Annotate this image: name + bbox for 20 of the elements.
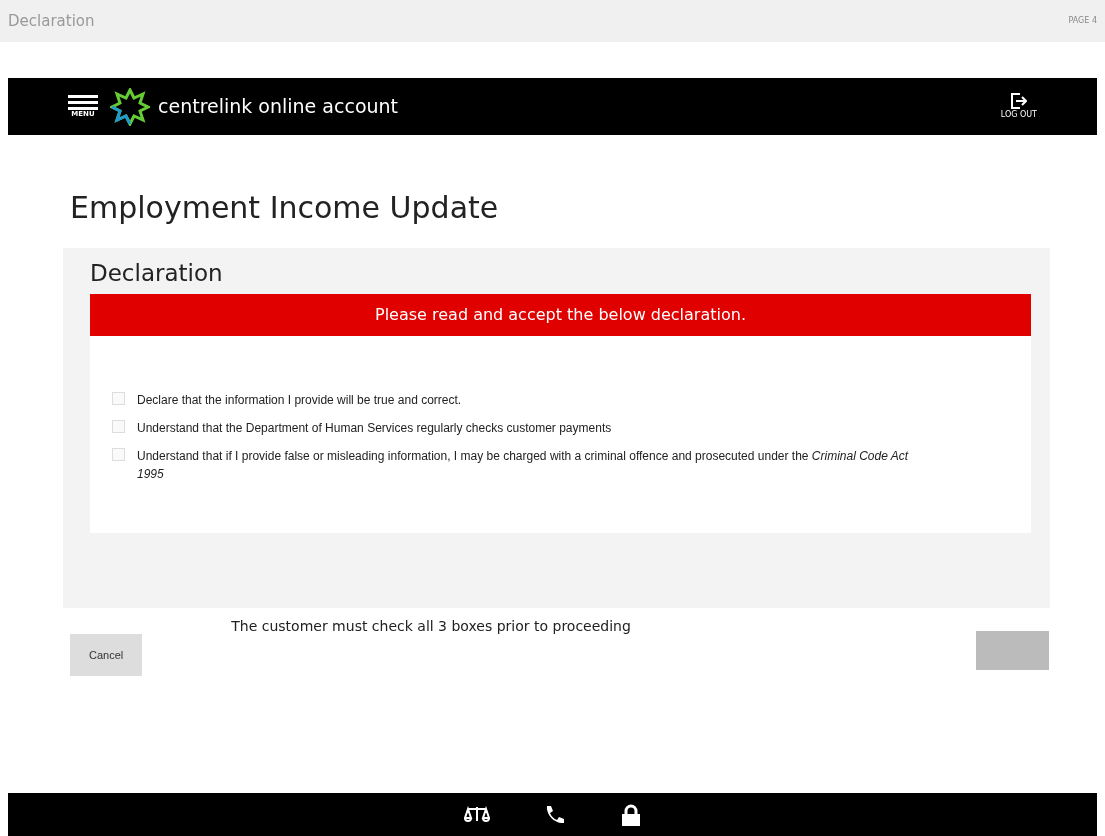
logout-button[interactable]: LOG OUT xyxy=(1000,92,1037,121)
declaration-text: Understand that if I provide false or misleading information, I may be charged with a criminal offence and prosecuted under the Criminal Code Act 1995 xyxy=(137,447,910,483)
page-title: Declaration xyxy=(8,10,95,32)
page-number: PAGE 4 xyxy=(1068,15,1097,27)
menu-icon xyxy=(68,95,98,111)
scales-icon[interactable] xyxy=(463,805,490,824)
declaration-text: Declare that the information I provide will be true and correct. xyxy=(137,391,462,409)
section-title: Declaration xyxy=(90,260,224,288)
checkbox[interactable] xyxy=(112,419,125,433)
cancel-button[interactable]: Cancel xyxy=(70,633,143,677)
declaration-text: Understand that the Department of Human Services regularly checks customer payments xyxy=(137,419,612,437)
lock-icon[interactable] xyxy=(619,803,642,826)
logo-icon xyxy=(110,87,150,126)
instruction-note: The customer must check all 3 boxes prior to proceeding xyxy=(231,616,631,636)
checkbox[interactable] xyxy=(112,391,125,405)
page-heading: Employment Income Update xyxy=(70,190,500,226)
alert-banner: Please read and accept the below declaration. xyxy=(90,293,1031,336)
brand-name: centrelink online account xyxy=(158,94,399,120)
logout-icon xyxy=(1010,92,1027,109)
checkbox[interactable] xyxy=(112,447,125,461)
